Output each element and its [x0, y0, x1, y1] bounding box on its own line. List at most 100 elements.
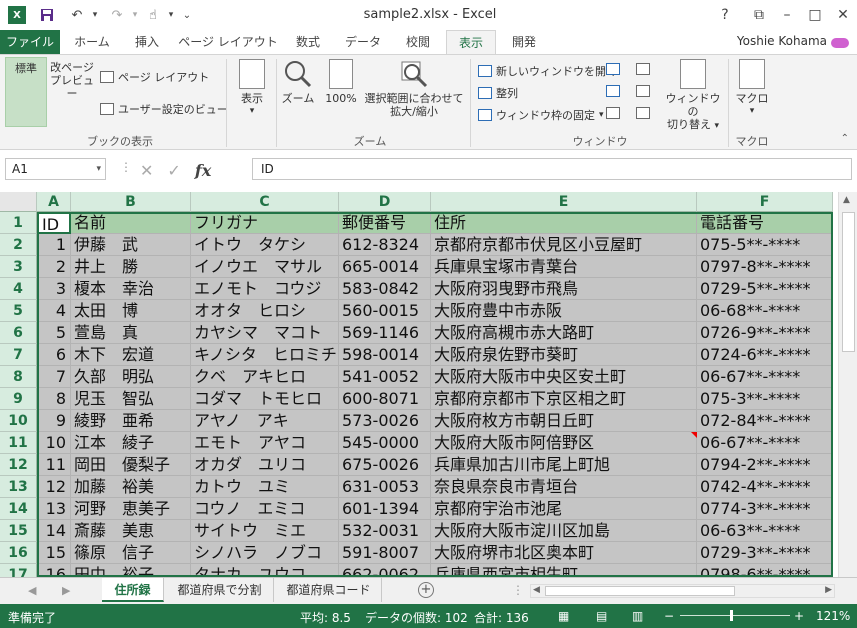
table-cell[interactable]: 田中 裕子: [71, 564, 191, 577]
zoom-button[interactable]: ズーム: [280, 59, 316, 125]
row-header-6[interactable]: 6: [0, 322, 37, 344]
row-header-13[interactable]: 13: [0, 476, 37, 498]
table-cell[interactable]: 久部 明弘: [71, 366, 191, 388]
view-side-by-side-button[interactable]: [636, 63, 650, 75]
save-icon[interactable]: [36, 5, 58, 25]
table-cell[interactable]: 0794-2**-****: [697, 454, 833, 476]
table-cell[interactable]: 10: [37, 432, 71, 454]
excel-logo-icon[interactable]: X: [8, 6, 26, 24]
table-cell[interactable]: イノウエ マサル: [191, 256, 339, 278]
table-cell[interactable]: エモト アヤコ: [191, 432, 339, 454]
table-cell[interactable]: 06-63**-****: [697, 520, 833, 542]
table-cell[interactable]: 0797-8**-****: [697, 256, 833, 278]
table-cell[interactable]: 598-0014: [339, 344, 431, 366]
table-cell[interactable]: 569-1146: [339, 322, 431, 344]
table-cell[interactable]: サイトウ ミエ: [191, 520, 339, 542]
column-header-c[interactable]: C: [191, 192, 339, 212]
close-button[interactable]: ✕: [830, 4, 856, 26]
table-cell[interactable]: 06-67**-****: [697, 432, 833, 454]
prev-sheet-icon[interactable]: ◀: [28, 584, 36, 597]
table-cell[interactable]: 大阪府枚方市朝日丘町: [431, 410, 697, 432]
table-cell[interactable]: 加藤 裕美: [71, 476, 191, 498]
table-cell[interactable]: 大阪府豊中市赤阪: [431, 300, 697, 322]
switch-windows-button[interactable]: ウィンドウの 切り替え ▾: [664, 59, 722, 131]
table-cell[interactable]: 583-0842: [339, 278, 431, 300]
table-cell[interactable]: 1: [37, 234, 71, 256]
row-header-14[interactable]: 14: [0, 498, 37, 520]
horizontal-scroll-thumb[interactable]: [545, 586, 735, 596]
table-cell[interactable]: 京都府京都市伏見区小豆屋町: [431, 234, 697, 256]
table-cell[interactable]: キノシタ ヒロミチ: [191, 344, 339, 366]
insert-function-icon[interactable]: fx: [195, 161, 211, 180]
table-cell[interactable]: 兵庫県加古川市尾上町旭: [431, 454, 697, 476]
sheet-tab-address-book[interactable]: 住所録: [102, 578, 164, 602]
spreadsheet-grid[interactable]: A B C D E F 1 ID 名前 フリガナ 郵便番号 住所 電話番号 2 1 伊藤 武イトウ タケシ 61…: [0, 192, 857, 577]
formula-bar-grip-icon[interactable]: ⋮: [120, 160, 132, 174]
new-window-button[interactable]: 新しいウィンドウを開く: [478, 63, 617, 79]
tab-formulas[interactable]: 数式: [284, 30, 332, 54]
tab-insert[interactable]: 挿入: [124, 30, 170, 54]
table-cell[interactable]: 13: [37, 498, 71, 520]
arrange-all-button[interactable]: 整列: [478, 85, 518, 101]
table-cell[interactable]: 591-8007: [339, 542, 431, 564]
table-cell[interactable]: 兵庫県宝塚市青葉台: [431, 256, 697, 278]
column-header-d[interactable]: D: [339, 192, 431, 212]
table-cell[interactable]: 12: [37, 476, 71, 498]
unhide-button[interactable]: [606, 107, 620, 119]
table-cell[interactable]: イトウ タケシ: [191, 234, 339, 256]
header-cell[interactable]: 郵便番号: [339, 212, 431, 234]
header-cell[interactable]: 電話番号: [697, 212, 833, 234]
tab-page-layout[interactable]: ページ レイアウト: [176, 30, 280, 54]
scroll-right-icon[interactable]: ▶: [825, 585, 832, 595]
table-cell[interactable]: 大阪府大阪市中央区安土町: [431, 366, 697, 388]
table-cell[interactable]: 大阪府堺市北区奥本町: [431, 542, 697, 564]
table-cell[interactable]: 16: [37, 564, 71, 577]
table-cell[interactable]: 太田 博: [71, 300, 191, 322]
collapse-ribbon-icon[interactable]: ⌃: [841, 133, 849, 144]
table-cell[interactable]: 篠原 信子: [71, 542, 191, 564]
table-cell[interactable]: 河野 恵美子: [71, 498, 191, 520]
comment-indicator-icon[interactable]: [691, 432, 697, 438]
row-header-2[interactable]: 2: [0, 234, 37, 256]
table-cell[interactable]: 15: [37, 542, 71, 564]
table-cell[interactable]: 兵庫県西宮市相生町: [431, 564, 697, 577]
sync-scroll-button[interactable]: [636, 85, 650, 97]
table-cell[interactable]: 665-0014: [339, 256, 431, 278]
horizontal-scrollbar[interactable]: ◀ ▶: [530, 584, 835, 598]
table-cell[interactable]: 9: [37, 410, 71, 432]
hide-button[interactable]: [606, 85, 620, 97]
table-cell[interactable]: 7: [37, 366, 71, 388]
table-cell[interactable]: シノハラ ノブコ: [191, 542, 339, 564]
row-header-7[interactable]: 7: [0, 344, 37, 366]
table-cell[interactable]: 532-0031: [339, 520, 431, 542]
table-cell[interactable]: 井上 勝: [71, 256, 191, 278]
add-sheet-icon[interactable]: +: [418, 582, 434, 598]
table-cell[interactable]: 675-0026: [339, 454, 431, 476]
tab-home[interactable]: ホーム: [66, 30, 118, 54]
table-cell[interactable]: アヤノ アキ: [191, 410, 339, 432]
zoom-to-selection-button[interactable]: 選択範囲に合わせて 拡大/縮小: [362, 59, 466, 129]
tab-view[interactable]: 表示: [446, 30, 496, 55]
page-layout-status-icon[interactable]: ▤: [596, 609, 607, 623]
page-break-status-icon[interactable]: ▥: [632, 609, 643, 623]
show-button[interactable]: 表示 ▾: [234, 59, 270, 125]
table-cell[interactable]: 京都府京都市下京区相之町: [431, 388, 697, 410]
zoom-slider-track[interactable]: [680, 615, 790, 616]
table-cell[interactable]: 5: [37, 322, 71, 344]
table-cell[interactable]: 545-0000: [339, 432, 431, 454]
table-cell[interactable]: 0724-6**-****: [697, 344, 833, 366]
table-cell[interactable]: 11: [37, 454, 71, 476]
page-break-preview-button[interactable]: 改ページ プレビュー: [50, 57, 857, 628]
column-header-a[interactable]: A: [37, 192, 71, 212]
ribbon-display-options-icon[interactable]: ⧉: [746, 4, 772, 26]
page-layout-view-button[interactable]: ページ レイアウト: [100, 69, 209, 85]
enter-icon[interactable]: ✓: [167, 161, 180, 180]
table-cell[interactable]: クベ アキヒロ: [191, 366, 339, 388]
macros-button[interactable]: マクロ ▾: [732, 59, 772, 125]
undo-dropdown-icon[interactable]: ▾: [84, 5, 106, 25]
row-header-9[interactable]: 9: [0, 388, 37, 410]
table-cell[interactable]: 0742-4**-****: [697, 476, 833, 498]
table-cell[interactable]: 6: [37, 344, 71, 366]
table-cell[interactable]: 8: [37, 388, 71, 410]
table-cell[interactable]: 612-8324: [339, 234, 431, 256]
